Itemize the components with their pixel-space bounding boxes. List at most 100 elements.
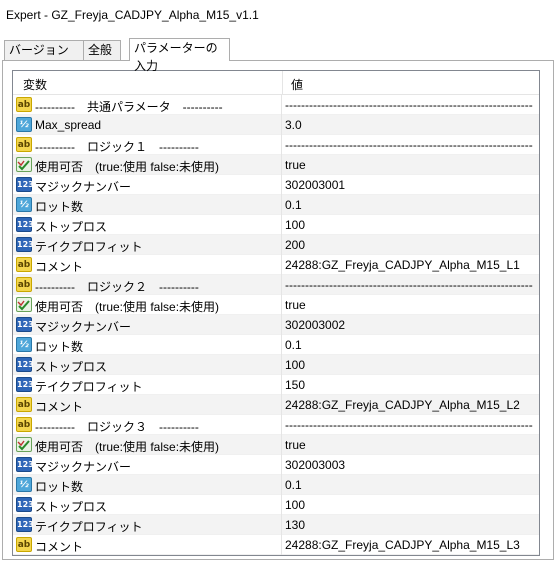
- table-row[interactable]: 123 ストップロス 100: [13, 355, 539, 375]
- parameter-value[interactable]: 302003002: [285, 318, 345, 332]
- parameter-value[interactable]: 3.0: [285, 118, 302, 132]
- parameter-value[interactable]: ----------------------------------------…: [285, 278, 533, 292]
- parameter-value[interactable]: 150: [285, 378, 305, 392]
- int-icon: 123: [16, 177, 34, 192]
- parameter-value[interactable]: 100: [285, 218, 305, 232]
- table-row[interactable]: ½ ロット数 0.1: [13, 195, 539, 215]
- parameter-value[interactable]: ----------------------------------------…: [285, 418, 533, 432]
- variable-name: ---------- ロジック２ ----------: [35, 280, 199, 294]
- table-row[interactable]: ½ Max_spread 3.0: [13, 115, 539, 135]
- variable-cell: 123 テイクプロフィット: [13, 515, 282, 535]
- column-header-value[interactable]: 値: [291, 76, 303, 93]
- value-cell[interactable]: 100: [283, 355, 539, 375]
- table-row[interactable]: 123 マジックナンバー 302003001: [13, 175, 539, 195]
- value-cell[interactable]: 150: [283, 375, 539, 395]
- value-cell[interactable]: 100: [283, 215, 539, 235]
- parameter-value[interactable]: 302003001: [285, 178, 345, 192]
- value-cell[interactable]: 0.1: [283, 475, 539, 495]
- variable-cell: 123 ストップロス: [13, 495, 282, 515]
- parameter-value[interactable]: 24288:GZ_Freyja_CADJPY_Alpha_M15_L1: [285, 258, 520, 272]
- value-cell[interactable]: 24288:GZ_Freyja_CADJPY_Alpha_M15_L2: [283, 395, 539, 415]
- value-cell[interactable]: 302003003: [283, 455, 539, 475]
- variable-cell: 123 マジックナンバー: [13, 315, 282, 335]
- table-row[interactable]: ab コメント 24288:GZ_Freyja_CADJPY_Alpha_M15_L…: [13, 535, 539, 555]
- string-icon: ab: [16, 257, 32, 272]
- value-cell[interactable]: 3.0: [283, 115, 539, 135]
- value-cell[interactable]: ----------------------------------------…: [283, 275, 539, 295]
- value-cell[interactable]: 0.1: [283, 195, 539, 215]
- variable-name: 使用可否 (true:使用 false:未使用): [35, 160, 220, 174]
- value-cell[interactable]: true: [283, 435, 539, 455]
- variable-name: テイクプロフィット: [35, 380, 143, 394]
- value-cell[interactable]: 302003001: [283, 175, 539, 195]
- value-cell[interactable]: ----------------------------------------…: [283, 135, 539, 155]
- parameter-value[interactable]: 0.1: [285, 338, 302, 352]
- table-row[interactable]: ½ ロット数 0.1: [13, 335, 539, 355]
- column-separator[interactable]: [282, 71, 283, 95]
- parameter-value[interactable]: true: [285, 298, 306, 312]
- variable-cell: ab ---------- ロジック３ ----------: [13, 415, 282, 435]
- tab-strip: バージョン情報 全般 パラメーターの入力: [0, 38, 556, 75]
- tab-general[interactable]: 全般: [83, 40, 121, 60]
- value-cell[interactable]: 0.1: [283, 335, 539, 355]
- double-icon: ½: [16, 117, 32, 132]
- value-cell[interactable]: 130: [283, 515, 539, 535]
- value-cell[interactable]: 200: [283, 235, 539, 255]
- table-row[interactable]: ab ---------- ロジック３ ---------- -----------…: [13, 415, 539, 435]
- variable-cell: ab ---------- ロジック２ ----------: [13, 275, 282, 295]
- bool-icon: [16, 437, 32, 452]
- variable-name: ロット数: [35, 480, 84, 494]
- table-row[interactable]: 使用可否 (true:使用 false:未使用) true: [13, 155, 539, 175]
- table-row[interactable]: ½ ロット数 0.1: [13, 475, 539, 495]
- table-row[interactable]: ab ---------- ロジック２ ---------- -----------…: [13, 275, 539, 295]
- variable-name: テイクプロフィット: [35, 520, 143, 534]
- parameter-value[interactable]: ----------------------------------------…: [285, 138, 533, 152]
- table-row[interactable]: 123 ストップロス 100: [13, 215, 539, 235]
- string-icon: ab: [16, 277, 32, 292]
- value-cell[interactable]: 24288:GZ_Freyja_CADJPY_Alpha_M15_L1: [283, 255, 539, 275]
- tab-input-parameters[interactable]: パラメーターの入力: [129, 38, 230, 73]
- table-row[interactable]: ab ---------- ロジック１ ---------- -----------…: [13, 135, 539, 155]
- parameter-value[interactable]: true: [285, 438, 306, 452]
- grid-rows: ab ---------- 共通パラメータ ---------- ---------…: [13, 95, 539, 555]
- table-row[interactable]: 使用可否 (true:使用 false:未使用) true: [13, 295, 539, 315]
- parameter-value[interactable]: 0.1: [285, 478, 302, 492]
- table-row[interactable]: 使用可否 (true:使用 false:未使用) true: [13, 435, 539, 455]
- int-icon: 123: [16, 497, 34, 512]
- variable-name: テイクプロフィット: [35, 240, 143, 254]
- value-cell[interactable]: true: [283, 155, 539, 175]
- parameter-value[interactable]: 200: [285, 238, 305, 252]
- variable-name: マジックナンバー: [35, 320, 132, 334]
- value-cell[interactable]: ----------------------------------------…: [283, 95, 539, 115]
- parameter-value[interactable]: true: [285, 158, 306, 172]
- bool-icon: [16, 157, 32, 172]
- variable-name: 使用可否 (true:使用 false:未使用): [35, 440, 220, 454]
- table-row[interactable]: ab コメント 24288:GZ_Freyja_CADJPY_Alpha_M15_L…: [13, 255, 539, 275]
- string-icon: ab: [16, 137, 32, 152]
- parameter-value[interactable]: 100: [285, 498, 305, 512]
- table-row[interactable]: 123 マジックナンバー 302003002: [13, 315, 539, 335]
- variable-cell: 使用可否 (true:使用 false:未使用): [13, 435, 282, 455]
- value-cell[interactable]: true: [283, 295, 539, 315]
- table-row[interactable]: 123 テイクプロフィット 130: [13, 515, 539, 535]
- value-cell[interactable]: 100: [283, 495, 539, 515]
- value-cell[interactable]: ----------------------------------------…: [283, 415, 539, 435]
- parameter-value[interactable]: 302003003: [285, 458, 345, 472]
- parameter-value[interactable]: 130: [285, 518, 305, 532]
- variable-name: ストップロス: [35, 360, 108, 374]
- parameter-value[interactable]: 0.1: [285, 198, 302, 212]
- table-row[interactable]: ab ---------- 共通パラメータ ---------- ---------…: [13, 95, 539, 115]
- table-row[interactable]: 123 テイクプロフィット 150: [13, 375, 539, 395]
- table-row[interactable]: 123 マジックナンバー 302003003: [13, 455, 539, 475]
- parameter-value[interactable]: ----------------------------------------…: [285, 98, 533, 112]
- column-header-variable[interactable]: 変数: [23, 76, 47, 93]
- value-cell[interactable]: 302003002: [283, 315, 539, 335]
- parameter-value[interactable]: 100: [285, 358, 305, 372]
- parameter-value[interactable]: 24288:GZ_Freyja_CADJPY_Alpha_M15_L3: [285, 538, 520, 552]
- table-row[interactable]: 123 テイクプロフィット 200: [13, 235, 539, 255]
- parameter-value[interactable]: 24288:GZ_Freyja_CADJPY_Alpha_M15_L2: [285, 398, 520, 412]
- value-cell[interactable]: 24288:GZ_Freyja_CADJPY_Alpha_M15_L3: [283, 535, 539, 555]
- tab-version-info[interactable]: バージョン情報: [4, 40, 84, 75]
- table-row[interactable]: 123 ストップロス 100: [13, 495, 539, 515]
- table-row[interactable]: ab コメント 24288:GZ_Freyja_CADJPY_Alpha_M15_L…: [13, 395, 539, 415]
